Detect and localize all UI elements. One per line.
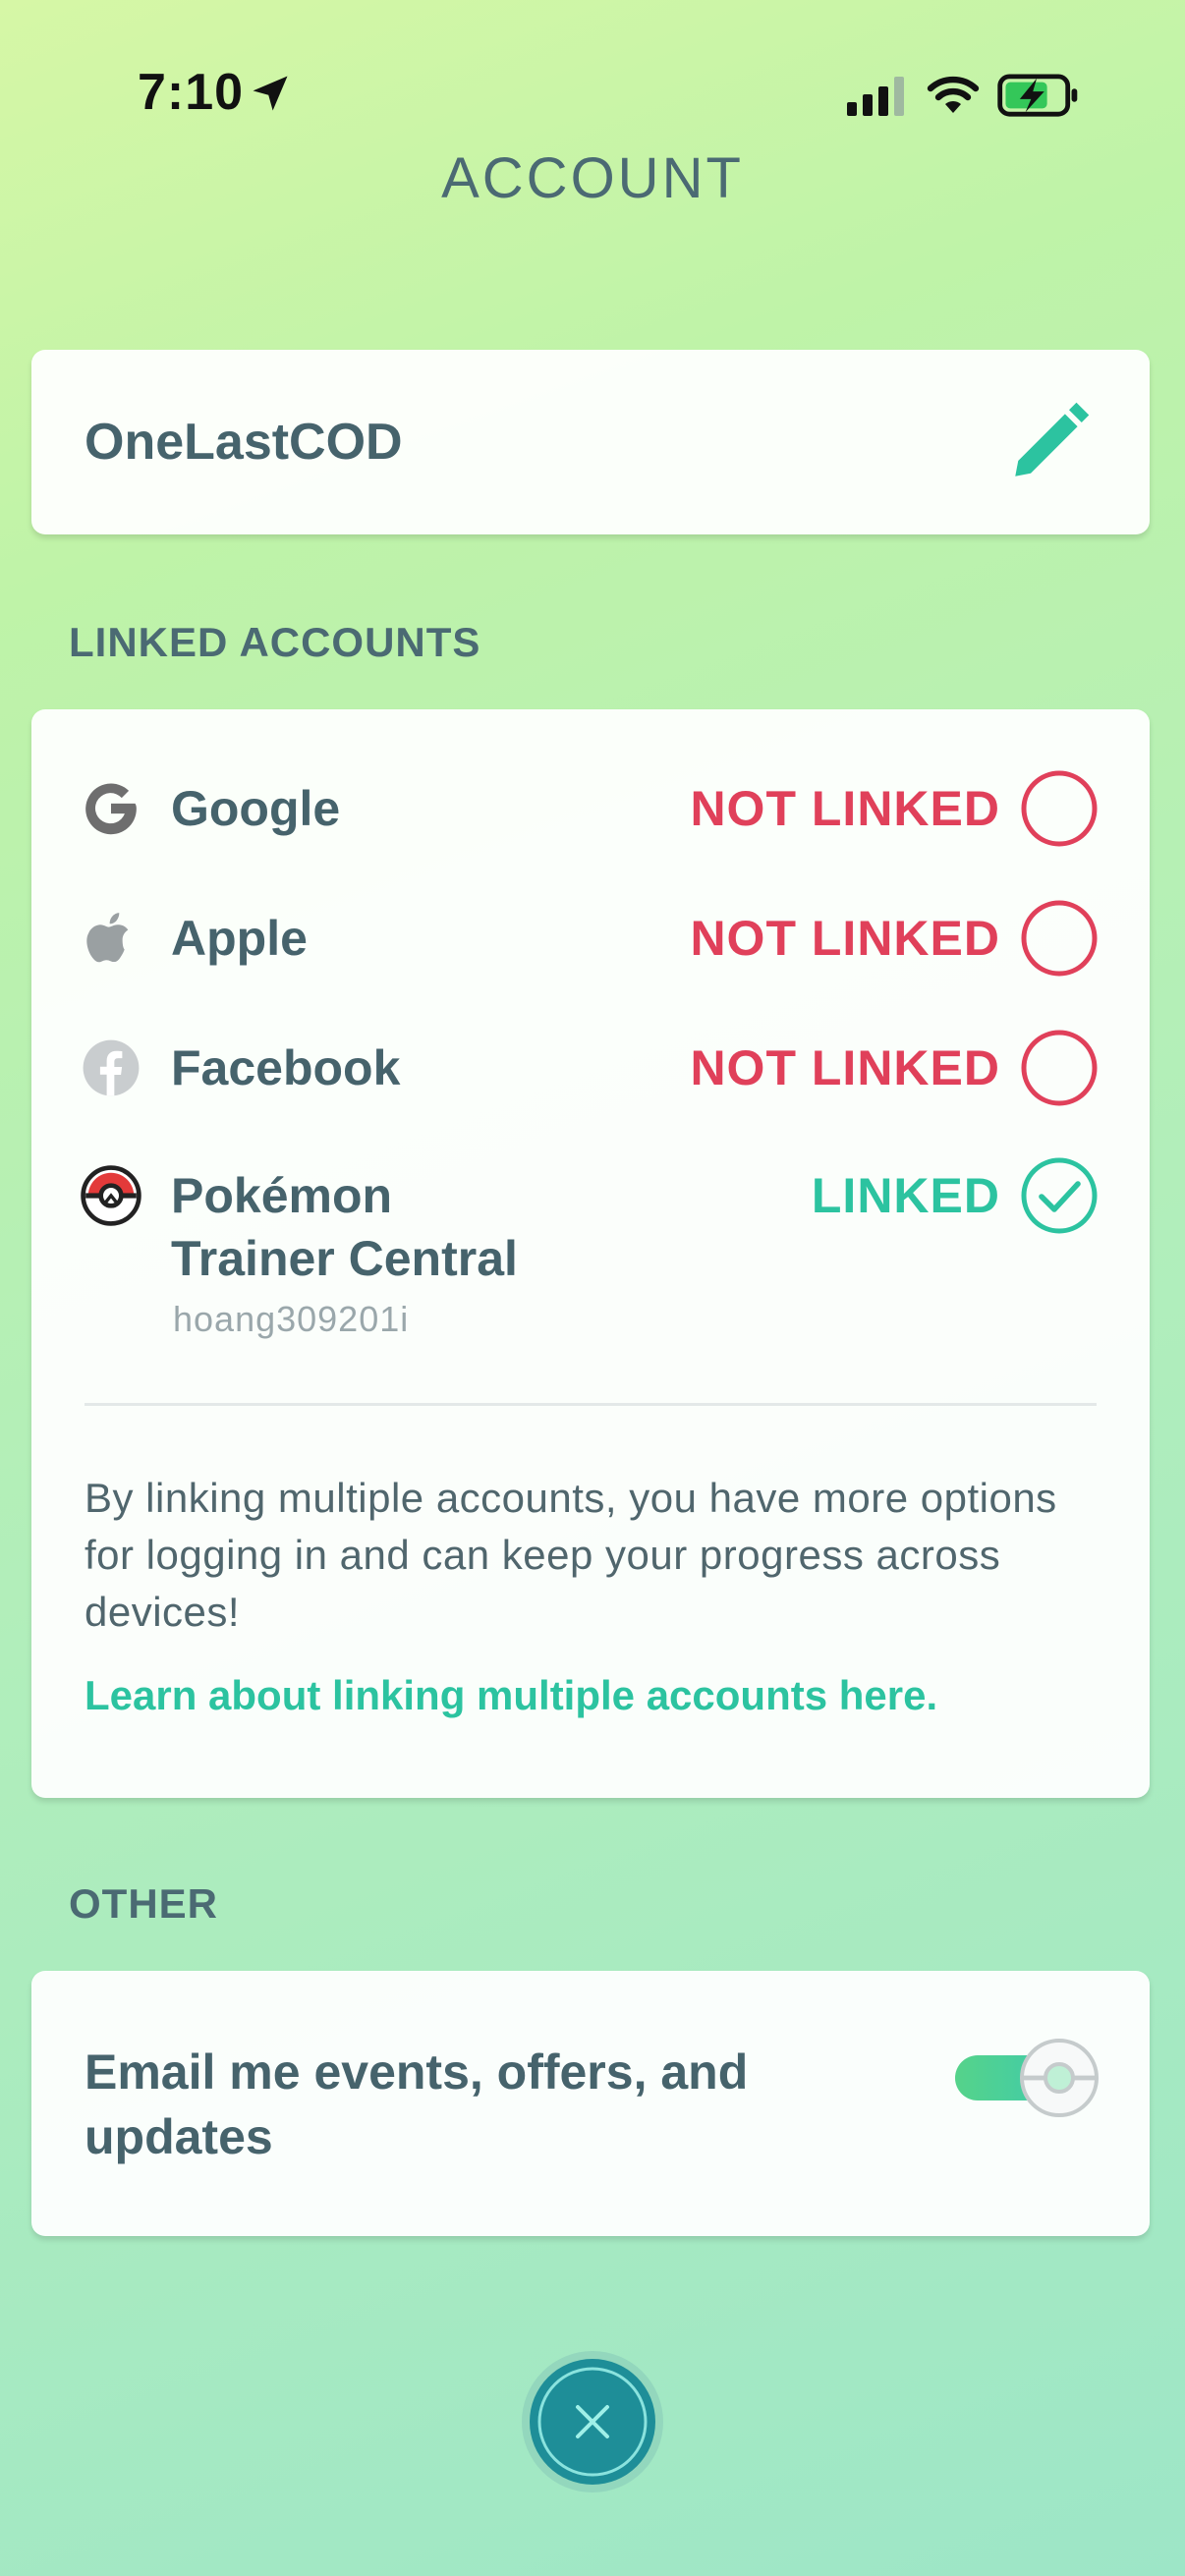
facebook-icon <box>83 1039 140 1096</box>
linked-row-facebook[interactable]: Facebook NOT LINKED <box>31 1030 1150 1124</box>
divider <box>85 1403 1097 1406</box>
checked-circle-icon[interactable] <box>1020 1156 1099 1235</box>
status-not-linked: NOT LINKED <box>690 1040 1000 1095</box>
status-time: 7:10 <box>138 64 245 121</box>
username-label: OneLastCOD <box>85 414 403 471</box>
pokeball-icon <box>81 1165 141 1226</box>
cellular-signal-icon <box>847 77 904 116</box>
unchecked-circle-icon[interactable] <box>1020 899 1099 978</box>
unchecked-circle-icon[interactable] <box>1020 769 1099 848</box>
linked-username: hoang309201i <box>173 1299 410 1339</box>
location-arrow-icon <box>253 76 288 111</box>
status-linked: LINKED <box>811 1168 1000 1223</box>
service-name-line1: Pokémon <box>171 1168 393 1223</box>
linked-row-pokemon-trainer-central[interactable]: Pokémon Trainer Central hoang309201i LIN… <box>31 1157 1150 1370</box>
service-name: Apple <box>171 911 308 966</box>
page-title: ACCOUNT <box>441 146 744 210</box>
linking-description: By linking multiple accounts, you have m… <box>85 1475 1057 1635</box>
linked-row-google[interactable]: Google NOT LINKED <box>31 770 1150 865</box>
apple-icon <box>86 913 129 963</box>
other-card: Email me events, offers, and updates <box>31 1971 1150 2236</box>
edit-pencil-icon[interactable] <box>1004 399 1093 487</box>
email-toggle[interactable] <box>951 2034 1104 2122</box>
linked-accounts-card: Google NOT LINKED Apple NOT LINKED Faceb… <box>31 709 1150 1798</box>
status-not-linked: NOT LINKED <box>690 781 1000 836</box>
battery-charging-icon <box>997 74 1078 117</box>
service-name: Google <box>171 781 341 836</box>
service-name: Facebook <box>171 1040 401 1095</box>
status-not-linked: NOT LINKED <box>690 911 1000 966</box>
close-button[interactable] <box>519 2348 666 2495</box>
linked-accounts-label: LINKED ACCOUNTS <box>69 619 481 665</box>
wifi-icon <box>927 76 980 113</box>
unchecked-circle-icon[interactable] <box>1020 1029 1099 1107</box>
learn-linking-link[interactable]: Learn about linking multiple accounts he… <box>85 1672 937 1719</box>
service-name-line2: Trainer Central <box>171 1231 518 1286</box>
other-section-label: OTHER <box>69 1880 218 1927</box>
google-icon <box>85 783 137 835</box>
linked-row-apple[interactable]: Apple NOT LINKED <box>31 900 1150 994</box>
email-preference-label: Email me events, offers, and updates <box>85 2044 749 2164</box>
username-card: OneLastCOD <box>31 350 1150 534</box>
